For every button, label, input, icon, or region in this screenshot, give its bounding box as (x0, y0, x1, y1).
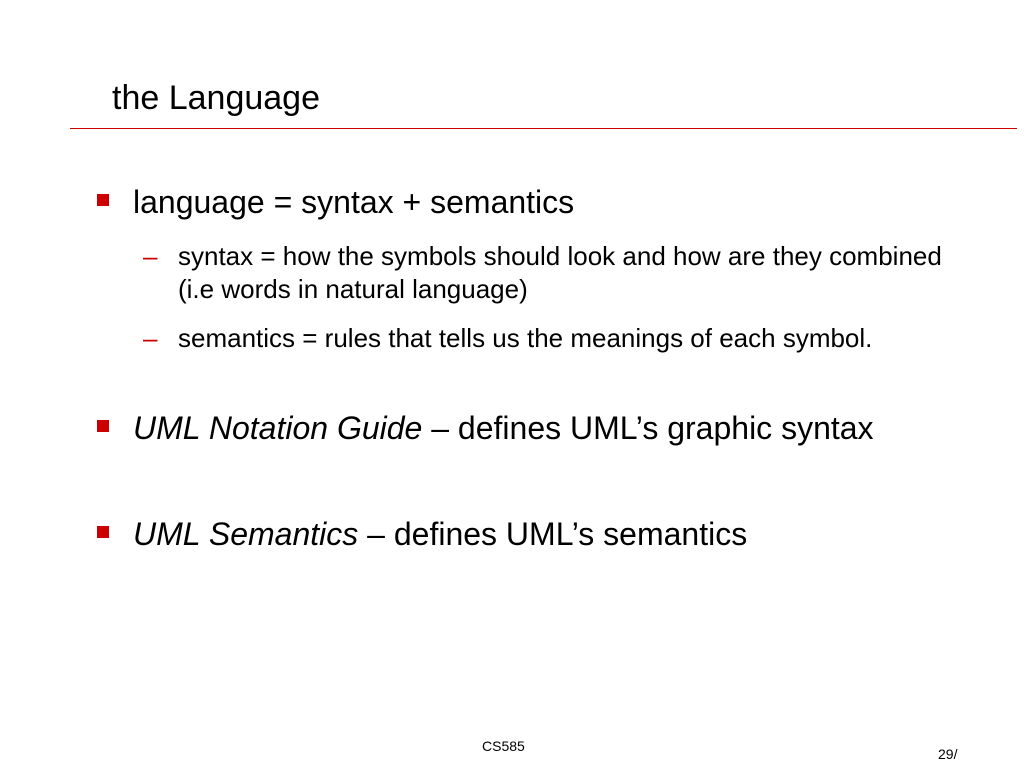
slide-title: the Language (112, 79, 320, 117)
slide: the Language language = syntax + semanti… (0, 0, 1024, 768)
title-divider (70, 128, 1017, 129)
square-bullet-icon (97, 420, 109, 432)
sub-bullet-semantics: – semantics = rules that tells us the me… (143, 322, 973, 355)
bullet-item-language: language = syntax + semantics (96, 182, 976, 222)
footer-course: CS585 (482, 738, 525, 754)
bullet-description: – defines UML’s semantics (358, 516, 748, 552)
bullet-item-semantics-doc: UML Semantics – defines UML’s semantics (96, 514, 976, 554)
bullet-italic-term: UML Notation Guide (133, 410, 423, 446)
dash-bullet-icon: – (143, 241, 158, 271)
sub-bullet-syntax: – syntax = how the symbols should look a… (143, 240, 973, 306)
sub-bullet-text: syntax = how the symbols should look and… (178, 241, 942, 304)
bullet-description: – defines UML’s graphic syntax (422, 410, 874, 446)
dash-bullet-icon: – (143, 323, 158, 353)
bullet-item-notation-guide: UML Notation Guide – defines UML’s graph… (96, 408, 976, 448)
square-bullet-icon (97, 526, 109, 538)
bullet-text: UML Semantics – defines UML’s semantics (133, 514, 976, 554)
bullet-text: language = syntax + semantics (133, 184, 575, 220)
bullet-italic-term: UML Semantics (133, 516, 359, 552)
sub-bullet-text: semantics = rules that tells us the mean… (178, 323, 873, 353)
footer-page-number: 29/ (938, 746, 958, 762)
square-bullet-icon (97, 194, 109, 206)
bullet-text: UML Notation Guide – defines UML’s graph… (133, 408, 976, 448)
